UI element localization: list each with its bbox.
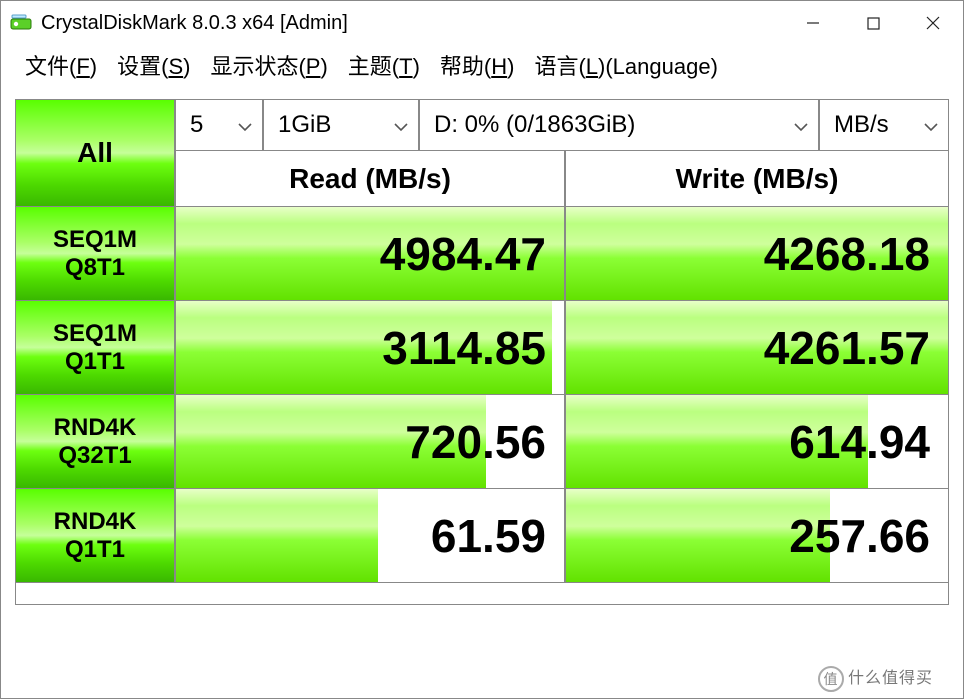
app-icon xyxy=(9,11,33,35)
chevron-down-icon xyxy=(794,111,808,139)
window-title: CrystalDiskMark 8.0.3 x64 [Admin] xyxy=(41,12,783,35)
write-result-2: 614.94 xyxy=(565,395,949,489)
watermark: 值什么值得买 xyxy=(818,664,933,692)
app-window: CrystalDiskMark 8.0.3 x64 [Admin] 文件(F) … xyxy=(0,0,964,699)
titlebar: CrystalDiskMark 8.0.3 x64 [Admin] xyxy=(1,1,963,45)
read-value: 61.59 xyxy=(431,509,546,563)
drive-select[interactable]: D: 0% (0/1863GiB) xyxy=(419,99,819,151)
menu-settings[interactable]: 设置(S) xyxy=(107,45,200,85)
write-result-0: 4268.18 xyxy=(565,207,949,301)
test-label-line2: Q32T1 xyxy=(58,442,131,470)
menu-theme[interactable]: 主题(T) xyxy=(338,45,430,85)
write-value: 4268.18 xyxy=(764,227,930,281)
chevron-down-icon xyxy=(394,111,408,139)
unit-select[interactable]: MB/s xyxy=(819,99,949,151)
write-value: 614.94 xyxy=(789,415,930,469)
run-all-label: All xyxy=(77,137,113,169)
status-bar xyxy=(15,583,949,605)
test-button-3[interactable]: RND4KQ1T1 xyxy=(15,489,175,583)
test-label-line2: Q1T1 xyxy=(65,536,125,564)
read-result-3: 61.59 xyxy=(175,489,565,583)
read-value: 4984.47 xyxy=(380,227,546,281)
test-button-2[interactable]: RND4KQ32T1 xyxy=(15,395,175,489)
write-result-1: 4261.57 xyxy=(565,301,949,395)
test-button-1[interactable]: SEQ1MQ1T1 xyxy=(15,301,175,395)
test-count-select[interactable]: 5 xyxy=(175,99,263,151)
read-value: 720.56 xyxy=(405,415,546,469)
test-button-0[interactable]: SEQ1MQ8T1 xyxy=(15,207,175,301)
menubar: 文件(F) 设置(S) 显示状态(P) 主题(T) 帮助(H) 语言(L)(La… xyxy=(1,45,963,85)
drive-value: D: 0% (0/1863GiB) xyxy=(434,111,635,139)
test-label-line2: Q8T1 xyxy=(65,254,125,282)
test-count-value: 5 xyxy=(190,111,203,139)
menu-display[interactable]: 显示状态(P) xyxy=(200,45,337,85)
write-result-3: 257.66 xyxy=(565,489,949,583)
test-label-line2: Q1T1 xyxy=(65,348,125,376)
test-label-line1: RND4K xyxy=(54,414,137,442)
test-size-value: 1GiB xyxy=(278,111,331,139)
write-value: 257.66 xyxy=(789,509,930,563)
window-controls xyxy=(783,1,963,45)
minimize-button[interactable] xyxy=(783,1,843,45)
watermark-icon: 值 xyxy=(818,666,844,692)
read-result-2: 720.56 xyxy=(175,395,565,489)
test-size-select[interactable]: 1GiB xyxy=(263,99,419,151)
read-result-1: 3114.85 xyxy=(175,301,565,395)
read-result-0: 4984.47 xyxy=(175,207,565,301)
maximize-button[interactable] xyxy=(843,1,903,45)
close-button[interactable] xyxy=(903,1,963,45)
read-header: Read (MB/s) xyxy=(175,151,565,207)
menu-file[interactable]: 文件(F) xyxy=(15,45,107,85)
test-label-line1: SEQ1M xyxy=(53,320,137,348)
menu-help[interactable]: 帮助(H) xyxy=(430,45,525,85)
chevron-down-icon xyxy=(924,111,938,139)
menu-language[interactable]: 语言(L)(Language) xyxy=(524,45,727,85)
write-header: Write (MB/s) xyxy=(565,151,949,207)
run-all-button[interactable]: All xyxy=(15,99,175,207)
read-value: 3114.85 xyxy=(382,321,546,375)
test-label-line1: RND4K xyxy=(54,508,137,536)
write-value: 4261.57 xyxy=(764,321,930,375)
read-fill-bar xyxy=(176,489,378,582)
unit-value: MB/s xyxy=(834,111,889,139)
client-area: All 5 1GiB D: 0% (0/1863GiB) xyxy=(1,85,963,698)
chevron-down-icon xyxy=(238,111,252,139)
results-grid: SEQ1MQ8T14984.474268.18SEQ1MQ1T13114.854… xyxy=(15,207,949,583)
test-label-line1: SEQ1M xyxy=(53,226,137,254)
